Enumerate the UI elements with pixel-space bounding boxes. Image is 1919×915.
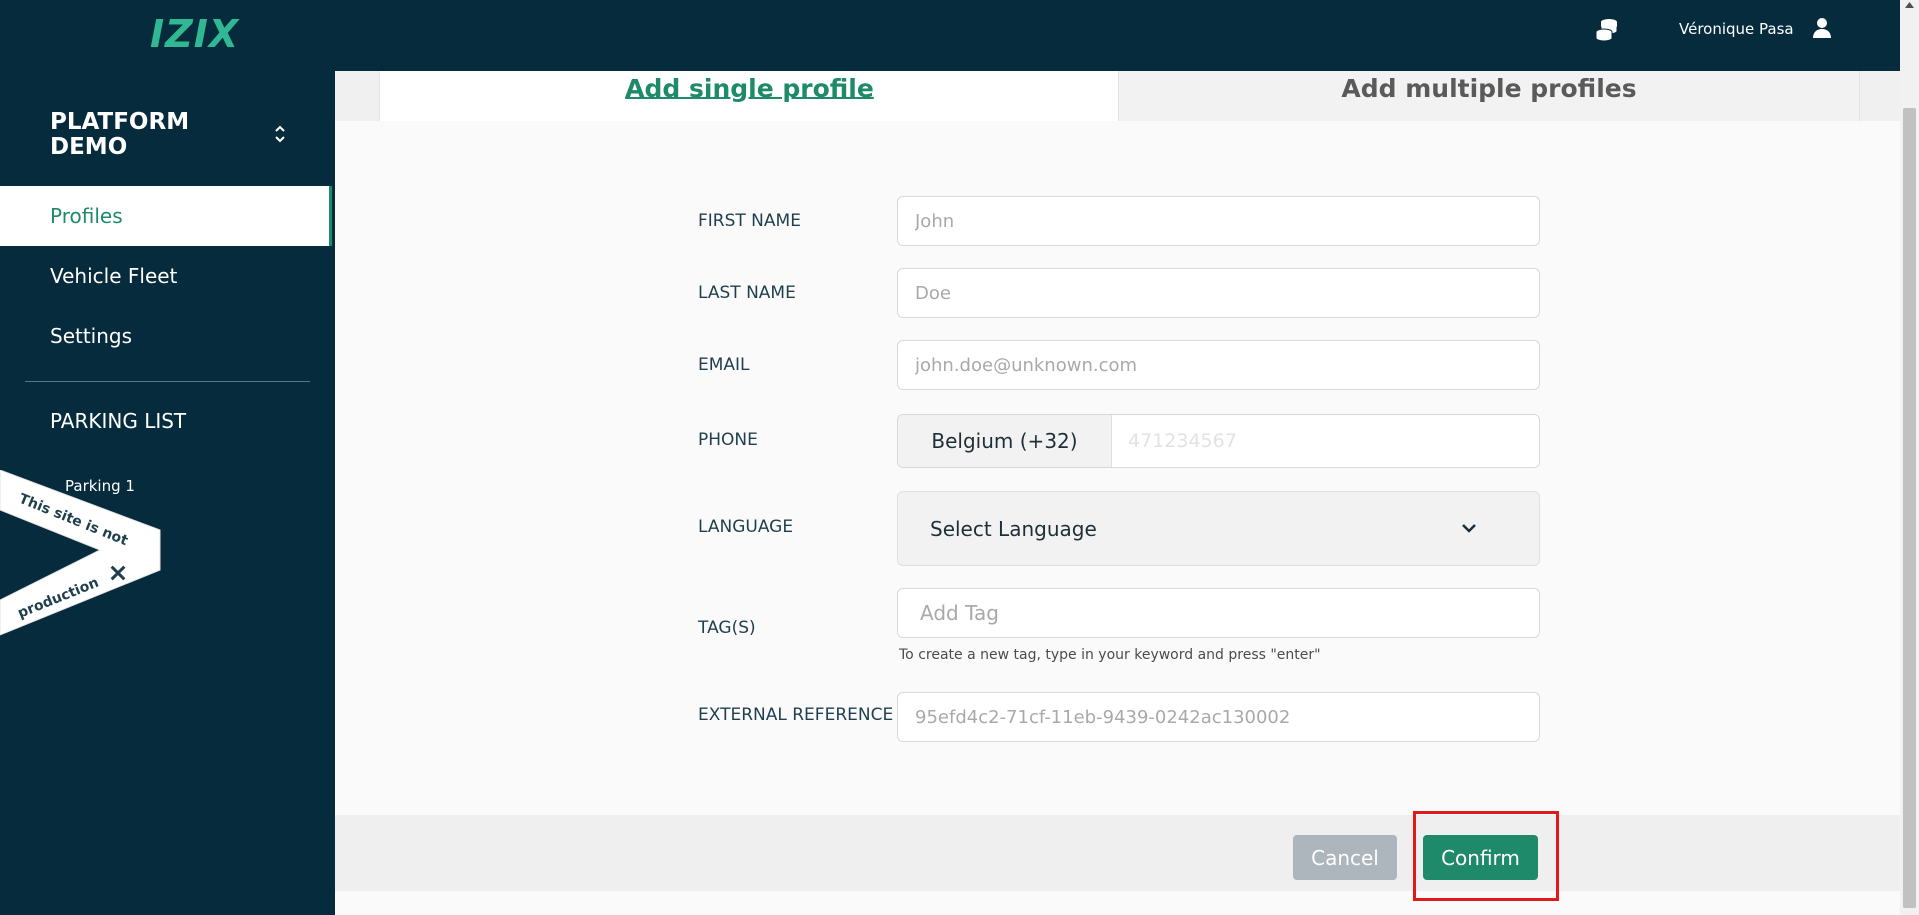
sidebar-item-vehicle-fleet[interactable]: Vehicle Fleet bbox=[0, 246, 332, 306]
workspace-name: PLATFORM DEMO bbox=[50, 109, 190, 160]
phone-number-input[interactable] bbox=[1113, 415, 1539, 467]
izix-logo[interactable]: IZIX bbox=[150, 12, 274, 56]
language-select[interactable]: Select Language bbox=[897, 491, 1540, 566]
tab-bar: Add single profile Add multiple profiles bbox=[335, 71, 1900, 121]
tags-label: TAG(S) bbox=[698, 618, 756, 638]
first-name-input[interactable] bbox=[897, 196, 1540, 246]
scrollbar-thumb[interactable] bbox=[1903, 108, 1916, 908]
chevron-up-down-icon[interactable] bbox=[272, 123, 288, 145]
form-footer: Cancel Confirm bbox=[335, 811, 1900, 901]
tab-add-multiple-profiles[interactable]: Add multiple profiles bbox=[1118, 71, 1860, 121]
tab-add-single-profile[interactable]: Add single profile bbox=[379, 71, 1119, 121]
language-label: LANGUAGE bbox=[698, 517, 794, 537]
user-name[interactable]: Véronique Pasa bbox=[1679, 20, 1794, 38]
sidebar-item-settings[interactable]: Settings bbox=[0, 306, 332, 366]
cancel-button[interactable]: Cancel bbox=[1293, 835, 1397, 880]
user-icon[interactable] bbox=[1812, 17, 1832, 39]
last-name-input[interactable] bbox=[897, 268, 1540, 318]
coins-stack-icon[interactable] bbox=[1594, 17, 1620, 43]
sidebar-item-label: Settings bbox=[50, 324, 133, 348]
last-name-label: LAST NAME bbox=[698, 283, 796, 303]
email-label: EMAIL bbox=[698, 355, 750, 375]
sidebar-item-profiles[interactable]: Profiles bbox=[0, 186, 332, 246]
non-production-ribbon: This site is not production bbox=[0, 470, 161, 636]
phone-country-select[interactable]: Belgium (+32) bbox=[898, 415, 1112, 467]
email-input[interactable] bbox=[897, 340, 1540, 390]
scroll-up-arrow-icon[interactable] bbox=[1904, 0, 1915, 10]
main-content: Add single profile Add multiple profiles… bbox=[335, 71, 1900, 915]
parking-list-title: PARKING LIST bbox=[50, 409, 187, 433]
first-name-label: FIRST NAME bbox=[698, 211, 801, 231]
confirm-button[interactable]: Confirm bbox=[1423, 835, 1538, 880]
phone-field: Belgium (+32) bbox=[897, 414, 1540, 468]
sidebar-divider bbox=[25, 381, 310, 382]
scrollbar[interactable] bbox=[1900, 0, 1919, 915]
external-reference-label: EXTERNAL REFERENCE bbox=[698, 705, 894, 725]
tag-help-text: To create a new tag, type in your keywor… bbox=[899, 647, 1321, 663]
external-reference-input[interactable] bbox=[897, 692, 1540, 742]
top-bar: IZIX Véronique Pasa bbox=[0, 0, 1900, 71]
phone-label: PHONE bbox=[698, 430, 758, 450]
sidebar-item-label: Profiles bbox=[50, 204, 123, 228]
chevron-down-icon bbox=[1462, 524, 1476, 533]
tag-input[interactable] bbox=[897, 588, 1540, 638]
sidebar-item-label: Vehicle Fleet bbox=[50, 264, 178, 288]
language-selected-value: Select Language bbox=[930, 517, 1097, 541]
